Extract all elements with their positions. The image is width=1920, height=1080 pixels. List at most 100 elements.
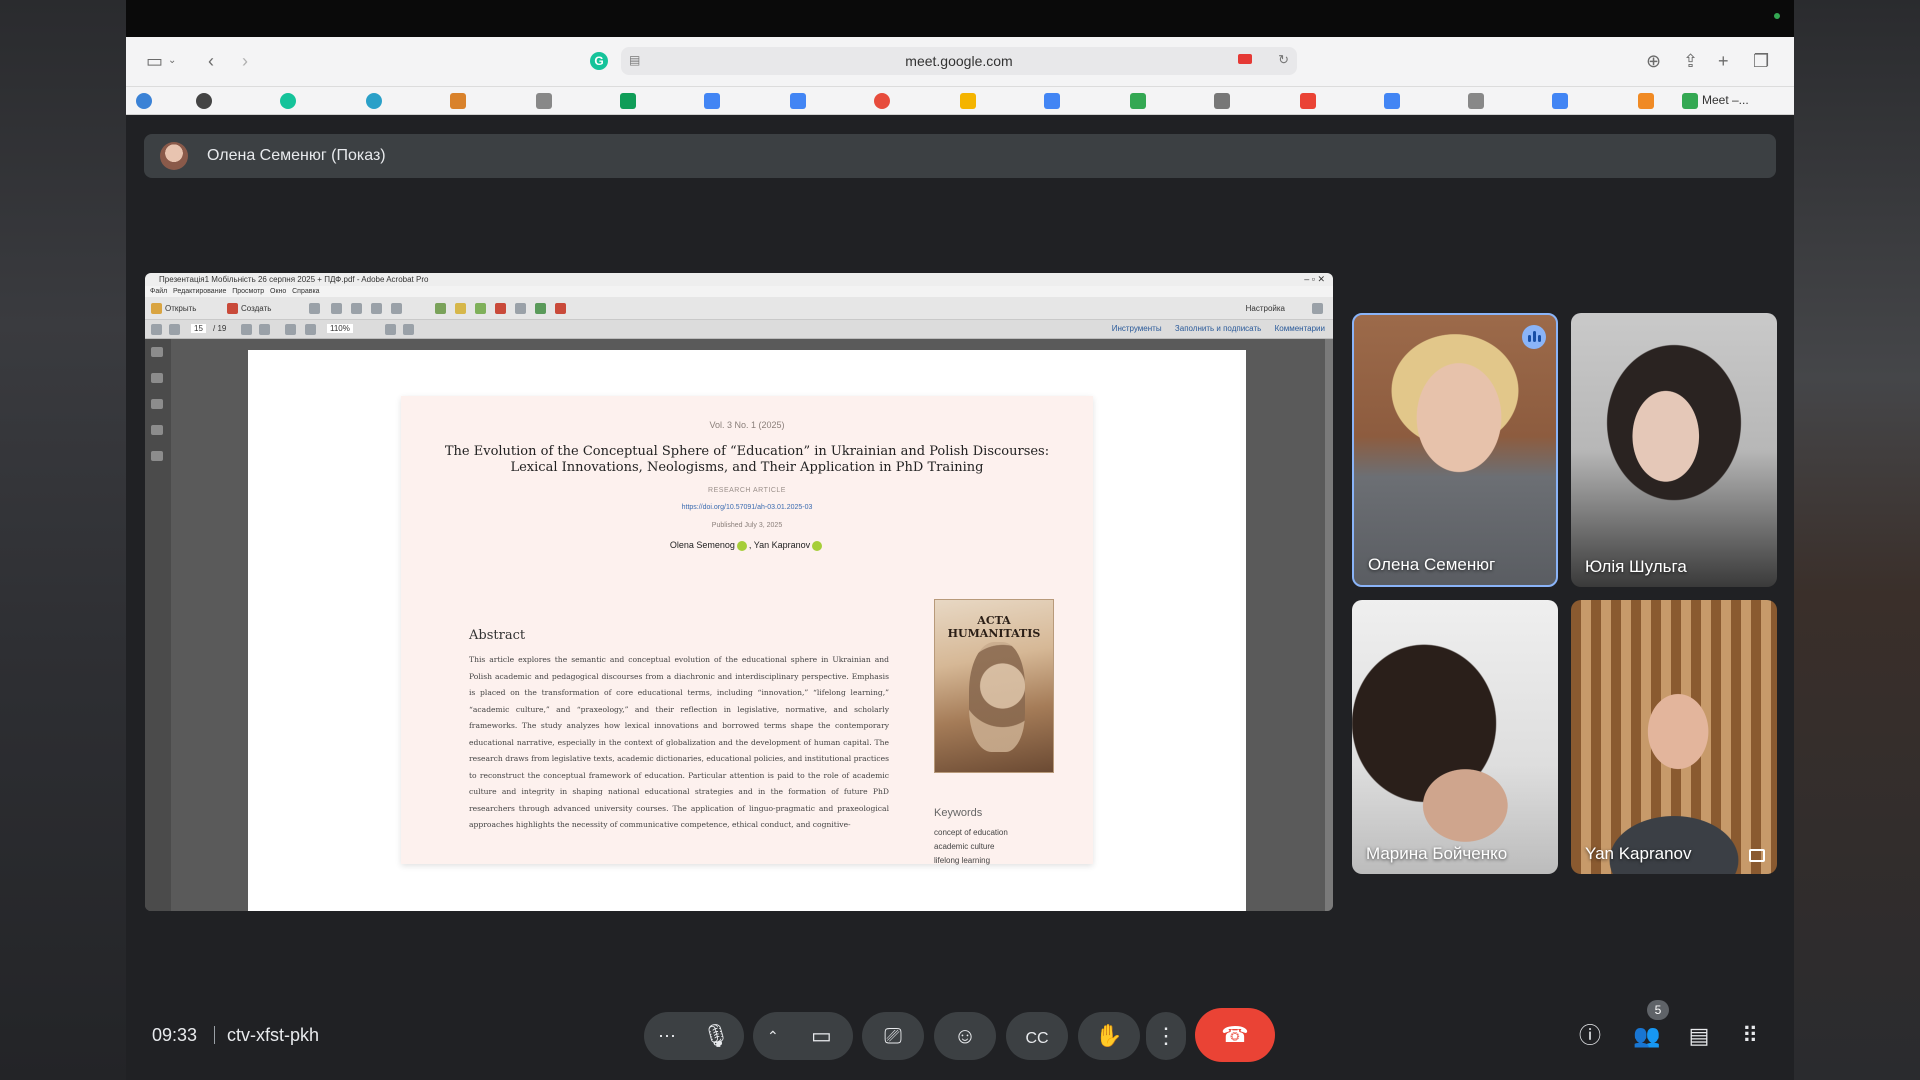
left-blur-margin: [0, 0, 126, 1080]
bookmark-5-icon[interactable]: [450, 93, 466, 109]
pdf-tool-4-icon: [555, 303, 566, 314]
grammarly-icon[interactable]: G: [590, 52, 608, 70]
comment-icon: [455, 303, 466, 314]
captions-button[interactable]: CC: [1006, 1012, 1068, 1060]
meeting-code: ctv-xfst-pkh: [227, 1025, 320, 1045]
bookmark-docs-2-icon[interactable]: [790, 93, 806, 109]
acrobat-menu-bar: Файл Редактирование Просмотр Окно Справк…: [145, 286, 1333, 297]
address-bar[interactable]: ▤ meet.google.com ↻: [621, 47, 1297, 75]
pages-icon: [151, 347, 163, 357]
more-options-icon[interactable]: ⋯: [658, 1012, 676, 1060]
create-icon: [227, 303, 238, 314]
keywords-list: concept of education academic culture li…: [934, 826, 1008, 868]
activities-button[interactable]: ⠿: [1734, 1020, 1766, 1052]
settings-label: Настройка: [1245, 304, 1285, 313]
author-2: Yan Kapranov: [753, 540, 811, 550]
bookmark-2-icon[interactable]: [196, 93, 212, 109]
info-icon: ⓘ: [1578, 1023, 1601, 1048]
page-up-icon: [151, 324, 162, 335]
more-options-button[interactable]: ⋮: [1146, 1012, 1186, 1060]
divider: [214, 1026, 215, 1044]
end-call-icon: ☎: [1221, 1022, 1249, 1047]
raise-hand-icon: ✋: [1095, 1023, 1123, 1048]
bookmark-icon: [151, 373, 163, 383]
print-icon: [351, 303, 362, 314]
keywords-heading: Keywords: [934, 807, 983, 819]
chat-icon: ▤: [1688, 1023, 1710, 1048]
open-label: Открыть: [165, 304, 197, 313]
acrobat-nav-bar: 15 / 19 110% Инструменты Заполнить и под…: [145, 320, 1333, 339]
bookmark-docs-1-icon[interactable]: [704, 93, 720, 109]
reload-icon[interactable]: ↻: [1278, 52, 1289, 68]
bookmark-4-icon[interactable]: [366, 93, 382, 109]
plus-icon[interactable]: +: [1718, 51, 1729, 71]
signatures-icon: [151, 451, 163, 461]
cloud-icon: [331, 303, 342, 314]
mic-control[interactable]: ⋯ 🎙: [644, 1012, 744, 1060]
keyword: lifelong learning: [934, 856, 991, 865]
bookmark-1-icon[interactable]: [136, 93, 152, 109]
right-blur-margin: [1794, 0, 1920, 1080]
tabs-overview-icon[interactable]: ❐: [1753, 51, 1769, 71]
participant-tile[interactable]: Марина Бойченко: [1352, 600, 1558, 874]
avatar: [160, 142, 188, 170]
camera-recording-icon[interactable]: [1238, 54, 1252, 64]
emoji-button[interactable]: ☺: [934, 1012, 996, 1060]
bookmark-gmail-icon[interactable]: [1300, 93, 1316, 109]
author-1: Olena Semenog: [669, 540, 735, 550]
bookmark-docs-4-icon[interactable]: [1552, 93, 1568, 109]
chat-button[interactable]: ▤: [1683, 1020, 1715, 1052]
bookmark-12-icon[interactable]: [1044, 93, 1060, 109]
chevron-down-icon[interactable]: ⌄: [168, 51, 176, 71]
layers-icon: [151, 425, 163, 435]
microphone-icon[interactable]: 🎙: [702, 1012, 730, 1060]
pin-icon[interactable]: [1749, 849, 1765, 862]
browser-toolbar: ▭ ⌄ ‹ › G ▤ meet.google.com ↻ ⊕ ⇪ + ❐: [126, 37, 1794, 87]
bookmark-grammarly-icon[interactable]: [280, 93, 296, 109]
participant-tile[interactable]: Yan Kapranov: [1571, 600, 1777, 874]
hand-tool-icon: [259, 324, 270, 335]
acrobat-side-panel: [145, 339, 171, 911]
bookmark-10-icon[interactable]: [874, 93, 890, 109]
cover-title: ACTA HUMANITATIS: [947, 614, 1041, 640]
meeting-time: 09:33: [152, 1025, 198, 1045]
zoom-in-icon: [305, 324, 316, 335]
bookmark-docs-3-icon[interactable]: [1384, 93, 1400, 109]
journal-cover: ACTA HUMANITATIS: [934, 599, 1054, 773]
sidebar-icon[interactable]: ▭: [146, 51, 163, 71]
bookmark-drive-icon[interactable]: [1130, 93, 1146, 109]
present-button[interactable]: ⎚: [862, 1012, 924, 1060]
info-button[interactable]: ⓘ: [1574, 1020, 1606, 1052]
share-icon[interactable]: ⇪: [1683, 51, 1698, 71]
shared-screen[interactable]: Презентація1 Мобільність 26 серпня 2025 …: [145, 273, 1333, 911]
edit-icon: [371, 303, 382, 314]
download-icon[interactable]: ⊕: [1646, 51, 1661, 71]
bookmark-sheets-icon[interactable]: [620, 93, 636, 109]
participant-tile[interactable]: Олена Семенюг: [1352, 313, 1558, 587]
bookmark-meet-icon[interactable]: [1682, 93, 1698, 109]
chevron-up-icon[interactable]: ⌃: [767, 1012, 779, 1060]
article-page: Vol. 3 No. 1 (2025) The Evolution of the…: [401, 396, 1093, 865]
bookmark-11-icon[interactable]: [960, 93, 976, 109]
end-call-button[interactable]: ☎: [1195, 1008, 1275, 1062]
page-number: 15: [191, 324, 206, 333]
bookmark-6-icon[interactable]: [536, 93, 552, 109]
camera-icon[interactable]: ▭: [811, 1012, 832, 1060]
bookmark-17-icon[interactable]: [1468, 93, 1484, 109]
raise-hand-button[interactable]: ✋: [1078, 1012, 1140, 1060]
people-button[interactable]: 👥: [1631, 1020, 1663, 1052]
captions-icon: CC: [1025, 1030, 1049, 1047]
forward-arrow-icon[interactable]: ›: [242, 51, 248, 71]
bookmark-14-icon[interactable]: [1214, 93, 1230, 109]
bookmark-meet-label[interactable]: Meet –...: [1702, 93, 1749, 107]
zoom-out-icon: [285, 324, 296, 335]
participant-tile[interactable]: Юлія Шульга: [1571, 313, 1777, 587]
orcid-icon: [736, 540, 747, 551]
back-arrow-icon[interactable]: ‹: [208, 51, 214, 71]
camera-control[interactable]: ⌃ ▭: [753, 1012, 853, 1060]
open-folder-icon: [151, 303, 162, 314]
emoji-icon: ☺: [953, 1023, 977, 1048]
bookmark-19-icon[interactable]: [1638, 93, 1654, 109]
orcid-icon: [812, 540, 823, 551]
window-controls-icon: – ▫ ✕: [1304, 274, 1325, 284]
